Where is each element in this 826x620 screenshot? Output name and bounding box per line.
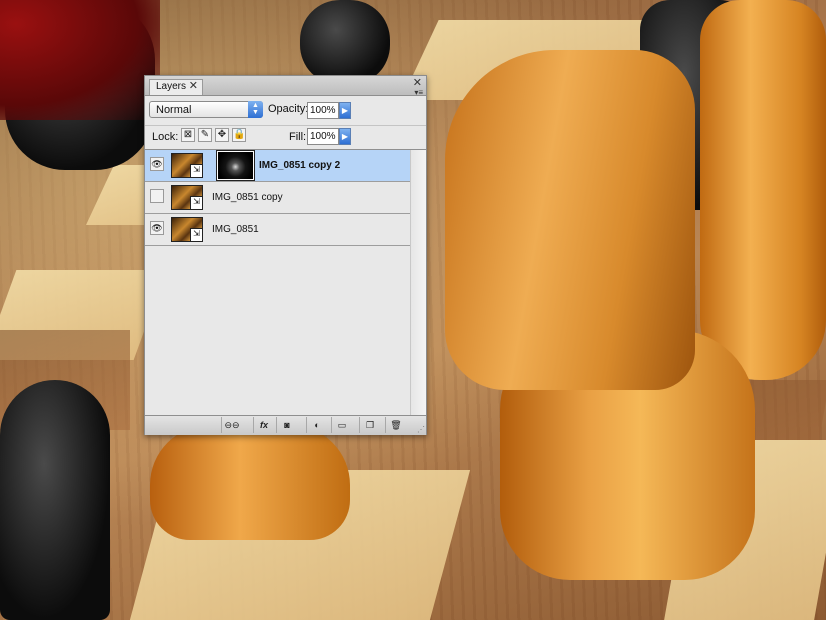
smart-object-icon: ⇲ (190, 228, 203, 242)
layer-row-img-0851-copy-2[interactable]: 👁 ⇲ IMG_0851 copy 2 (145, 150, 410, 182)
new-layer-icon[interactable]: ❐ (359, 417, 380, 433)
layer-row-img-0851-copy[interactable]: ⇲ IMG_0851 copy (145, 182, 410, 214)
panel-menu-icon[interactable]: ▾≡ (414, 88, 423, 97)
lock-position-icon[interactable]: ✥ (215, 128, 229, 142)
layer-name[interactable]: IMG_0851 copy 2 (259, 160, 340, 171)
opacity-field[interactable]: 100% (307, 102, 339, 119)
lock-transparent-pixels-icon[interactable]: ⊠ (181, 128, 195, 142)
blend-mode-arrows-icon: ▲ ▼ (248, 101, 263, 118)
layer-row-img-0851[interactable]: 👁 ⇲ IMG_0851 (145, 214, 410, 246)
link-layers-icon[interactable]: ⊖⊖ (221, 417, 242, 433)
layer-thumbnail: ⇲ (171, 217, 203, 242)
tab-layers-label: Layers (156, 81, 187, 92)
blend-mode-value: Normal (156, 104, 192, 116)
layer-visibility-eye-icon[interactable]: 👁 (150, 157, 164, 171)
layer-mask-thumbnail[interactable] (216, 150, 255, 181)
panel-titlebar[interactable]: Layers ✕ ✕ ▾≡ (145, 76, 426, 97)
smart-object-icon: ⇲ (190, 196, 203, 210)
delete-layer-icon[interactable]: 🗑 (385, 417, 406, 433)
layer-name[interactable]: IMG_0851 copy (212, 192, 283, 203)
fill-label: Fill: (289, 131, 307, 143)
layer-name[interactable]: IMG_0851 (212, 224, 259, 235)
opacity-slider-arrow-icon[interactable]: ▶ (339, 102, 351, 119)
add-layer-style-icon[interactable]: fx (253, 417, 274, 433)
add-layer-mask-icon[interactable]: ◙ (276, 417, 297, 433)
layers-panel: Layers ✕ ✕ ▾≡ Normal ▲ ▼ Opacity: 100% ▶ … (144, 75, 427, 435)
fill-slider-arrow-icon[interactable]: ▶ (339, 128, 351, 145)
lock-image-pixels-icon[interactable]: ✎ (198, 128, 212, 142)
layers-scrollbar[interactable] (410, 150, 426, 415)
lock-label: Lock: (152, 131, 179, 143)
layers-bottom-toolbar: ⊖⊖ fx ◙ ◐ ▭ ❐ 🗑 ⋰ (145, 415, 426, 435)
smart-object-icon: ⇲ (190, 164, 203, 178)
layers-list: 👁 ⇲ IMG_0851 copy 2 ⇲ IMG_0851 copy 👁 ⇲ … (145, 149, 426, 415)
layer-visibility-toggle-empty[interactable] (150, 189, 164, 203)
resize-grip-icon[interactable]: ⋰ (417, 425, 425, 434)
opacity-label: Opacity: (268, 103, 309, 115)
layer-thumbnail: ⇲ (171, 153, 203, 178)
layer-thumbnail: ⇲ (171, 185, 203, 210)
tab-layers[interactable]: Layers ✕ (149, 79, 203, 95)
blend-mode-select[interactable]: Normal ▲ ▼ (149, 101, 263, 118)
fill-field[interactable]: 100% (307, 128, 339, 145)
new-group-icon[interactable]: ▭ (331, 417, 352, 433)
lock-all-icon[interactable]: 🔒 (232, 128, 246, 142)
layer-visibility-eye-icon[interactable]: 👁 (150, 221, 164, 235)
new-adjustment-layer-icon[interactable]: ◐ (306, 417, 327, 433)
tab-close-icon[interactable]: ✕ (189, 79, 198, 92)
